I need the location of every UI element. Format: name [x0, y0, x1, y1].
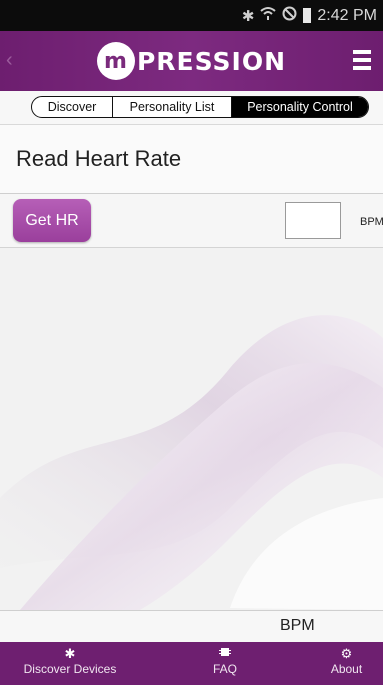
status-bar: ✱ 2:42 PM — [0, 0, 383, 31]
nav-discover-devices-label: Discover Devices — [23, 662, 117, 676]
page-header: Read Heart Rate — [0, 125, 383, 194]
heart-rate-row: Get HR BPM — [0, 194, 383, 248]
bluetooth-icon: ✱ — [64, 646, 76, 661]
segmented-tab-bar: Discover Personality List Personality Co… — [0, 91, 383, 125]
segmented-control: Discover Personality List Personality Co… — [31, 96, 369, 118]
nav-faq[interactable]: FAQ — [140, 642, 310, 685]
content-background — [0, 248, 383, 610]
no-signal-icon — [282, 6, 297, 25]
chip-icon — [219, 646, 231, 662]
tab-personality-control[interactable]: Personality Control — [232, 97, 368, 117]
bottom-nav: ✱ Discover Devices FAQ ⚙ About — [0, 642, 383, 685]
nav-about-label: About — [330, 662, 363, 676]
nav-about[interactable]: ⚙ About — [310, 642, 383, 685]
bpm-footer-label: BPM — [280, 617, 315, 634]
bpm-unit-label: BPM — [360, 216, 383, 228]
page-title: Read Heart Rate — [16, 146, 182, 171]
bpm-value-field — [285, 202, 341, 239]
tab-discover[interactable]: Discover — [32, 97, 113, 117]
get-hr-button[interactable]: Get HR — [13, 199, 91, 242]
bpm-readout-bar: BPM — [0, 610, 383, 642]
nav-discover-devices[interactable]: ✱ Discover Devices — [0, 642, 140, 685]
gear-icon: ⚙ — [340, 646, 353, 661]
nav-faq-label: FAQ — [212, 662, 237, 676]
clock: 2:42 PM — [317, 6, 377, 24]
bluetooth-icon: ✱ — [241, 7, 255, 25]
logo-text: PRESSION — [136, 46, 286, 76]
app-bar: ‹ m PRESSION — [0, 31, 383, 91]
battery-icon — [303, 8, 312, 23]
logo-mark: m — [96, 42, 135, 80]
decorative-wave-graphic — [0, 248, 383, 610]
app-logo: m PRESSION — [96, 42, 286, 80]
chevron-left-icon[interactable]: ‹ — [6, 49, 13, 72]
wifi-icon — [260, 6, 277, 25]
hamburger-menu-icon[interactable] — [353, 50, 371, 70]
tab-personality-list[interactable]: Personality List — [113, 97, 232, 117]
